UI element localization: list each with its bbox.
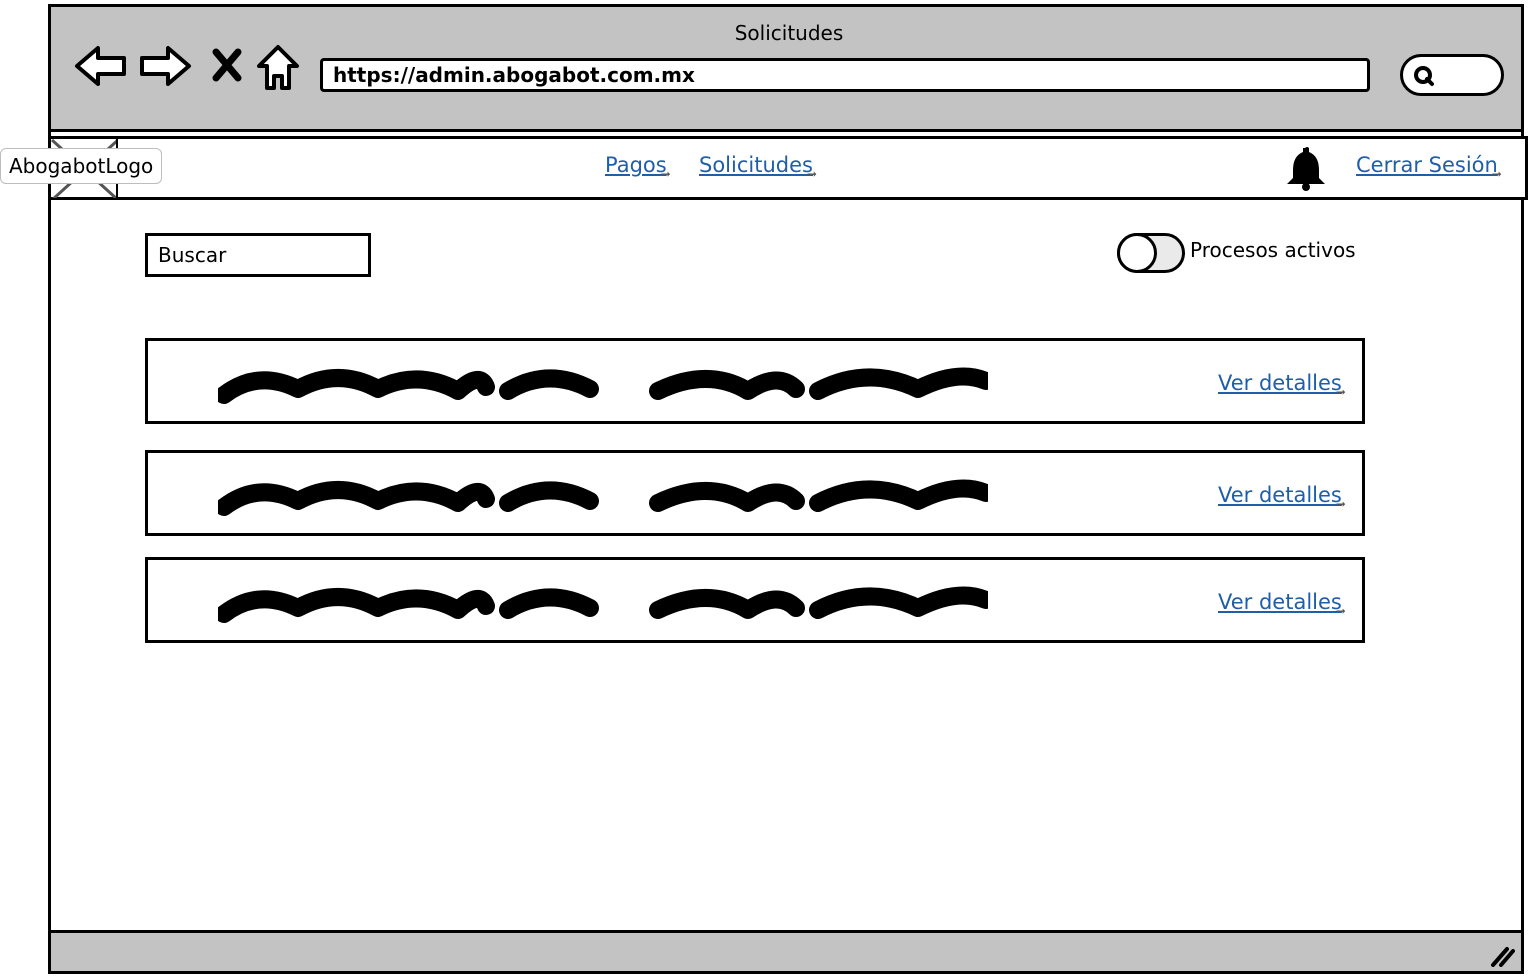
nav-link-label: Solicitudes xyxy=(699,153,813,177)
redacted-text xyxy=(218,367,988,404)
arrow-right-icon[interactable] xyxy=(138,44,192,88)
toggle-knob xyxy=(1117,233,1157,273)
request-card: Ver detalles ➞ xyxy=(145,450,1365,536)
nav-link-solicitudes[interactable]: Solicitudes ➞ xyxy=(699,153,817,181)
link-arrow-icon: ➞ xyxy=(1335,385,1346,399)
view-details-label: Ver detalles xyxy=(1218,483,1342,507)
view-details-link[interactable]: Ver detalles ➞ xyxy=(1218,483,1346,511)
logout-link[interactable]: Cerrar Sesión ➞ xyxy=(1356,153,1502,181)
redacted-text xyxy=(218,479,988,516)
request-card: Ver detalles ➞ xyxy=(145,557,1365,643)
address-bar[interactable]: https://admin.abogabot.com.mx xyxy=(320,58,1370,92)
resize-grip-icon[interactable] xyxy=(1489,943,1515,967)
link-arrow-icon: ➞ xyxy=(1335,604,1346,618)
request-card: Ver detalles ➞ xyxy=(145,338,1365,424)
nav-link-label: Pagos xyxy=(605,153,667,177)
redacted-text xyxy=(218,586,988,623)
arrow-left-icon[interactable] xyxy=(74,44,128,88)
search-icon xyxy=(1414,66,1434,86)
view-details-link[interactable]: Ver detalles ➞ xyxy=(1218,371,1346,399)
browser-statusbar xyxy=(48,930,1524,974)
toggle-label: Procesos activos xyxy=(1190,238,1356,262)
window-title: Solicitudes xyxy=(734,21,844,45)
browser-search-button[interactable] xyxy=(1400,54,1504,96)
home-icon[interactable] xyxy=(256,44,300,92)
view-details-link[interactable]: Ver detalles ➞ xyxy=(1218,590,1346,618)
logout-label: Cerrar Sesión xyxy=(1356,153,1498,177)
link-arrow-icon: ➞ xyxy=(660,167,671,181)
view-details-label: Ver detalles xyxy=(1218,371,1342,395)
nav-link-pagos[interactable]: Pagos ➞ xyxy=(605,153,671,181)
search-input[interactable]: Buscar xyxy=(145,233,371,277)
logo: AbogabotLogo xyxy=(0,148,163,184)
link-arrow-icon: ➞ xyxy=(1491,167,1502,181)
view-details-label: Ver detalles xyxy=(1218,590,1342,614)
close-icon[interactable] xyxy=(212,48,242,82)
link-arrow-icon: ➞ xyxy=(806,167,817,181)
link-arrow-icon: ➞ xyxy=(1335,497,1346,511)
bell-icon[interactable] xyxy=(1285,146,1329,192)
